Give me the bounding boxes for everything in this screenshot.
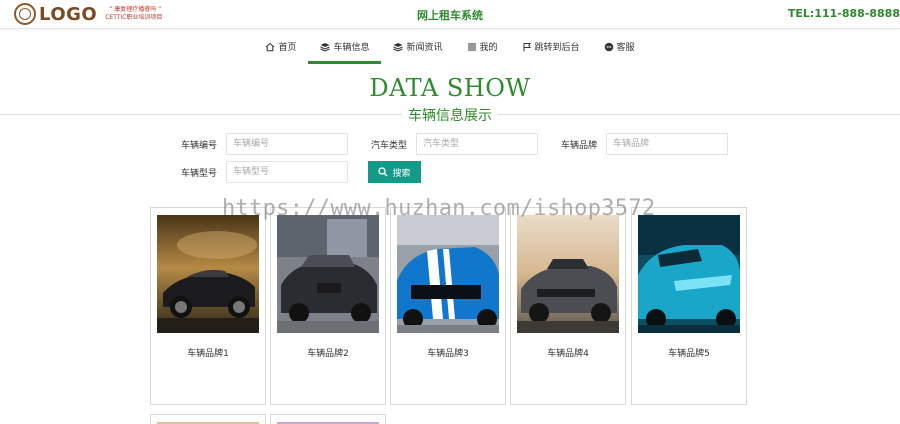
car-type-label: 汽车类型 (370, 140, 407, 151)
search-row-1c: 车辆品牌 (554, 133, 728, 155)
search-icon (378, 167, 388, 177)
site-title: 网上租车系统 (417, 9, 483, 22)
vehicle-image (638, 215, 740, 333)
vehicle-model-label: 车辆型号 (180, 168, 217, 179)
search-row-1b: 汽车类型 (364, 133, 538, 155)
section-subtitle: 车辆信息展示 (402, 105, 498, 125)
home-icon (266, 42, 275, 51)
vehicle-card-label: 车辆品牌4 (547, 349, 589, 359)
vehicle-card-partial[interactable] (150, 414, 266, 424)
vehicle-card-label: 车辆品牌5 (668, 349, 710, 359)
vehicle-card-partial[interactable] (270, 414, 386, 424)
phone-number: TEL:111-888-8888 (787, 7, 900, 20)
chat-icon (604, 42, 613, 51)
vehicle-card[interactable]: 车辆品牌1 (150, 207, 266, 405)
vehicle-number-label: 车辆编号 (180, 140, 217, 151)
vehicle-card[interactable]: 车辆品牌5 (631, 207, 747, 405)
section-title: DATA SHOW (369, 74, 531, 102)
vehicle-card[interactable]: 车辆品牌4 (510, 207, 626, 405)
search-row-1: 车辆编号 (174, 133, 348, 155)
stack-icon (393, 42, 404, 52)
vehicle-image (277, 215, 379, 333)
top-header: LOGO “ 康复理疗播睿吗 ” CETTIC职业培训项目 网上租车系统 TEL… (0, 0, 900, 29)
vehicle-image (517, 215, 619, 333)
nav-item-mine[interactable]: 我的 (455, 29, 510, 64)
nav-item-home[interactable]: 首页 (253, 29, 308, 64)
search-row-2: 车辆型号 (174, 161, 348, 183)
nav-item-vehicle-info[interactable]: 车辆信息 (308, 29, 382, 64)
vehicle-brand-input[interactable] (606, 133, 728, 155)
nav-item-news[interactable]: 新闻资讯 (381, 29, 454, 64)
vehicle-brand-label: 车辆品牌 (560, 140, 597, 151)
car-type-input[interactable] (416, 133, 538, 155)
vehicle-image (157, 215, 259, 333)
vehicle-model-input[interactable] (226, 161, 348, 183)
flag-icon (523, 42, 531, 51)
stack-icon (320, 42, 331, 52)
vehicle-number-input[interactable] (226, 133, 348, 155)
search-button[interactable]: 搜索 (368, 161, 421, 183)
vehicle-card-label: 车辆品牌3 (427, 349, 469, 359)
list-icon (467, 43, 476, 50)
nav-item-admin[interactable]: 跳转到后台 (510, 29, 592, 64)
main-nav: 首页 车辆信息 新闻资讯 我的 跳转到后台 客服 (0, 29, 900, 64)
vehicle-card-label: 车辆品牌2 (307, 349, 349, 359)
section-subtitle-wrap: 车辆信息展示 (0, 105, 900, 125)
vehicle-card[interactable]: 车辆品牌3 (390, 207, 506, 405)
vehicle-card[interactable]: 车辆品牌2 (270, 207, 386, 405)
vehicle-card-label: 车辆品牌1 (187, 349, 229, 359)
vehicle-image (397, 215, 499, 333)
nav-item-service[interactable]: 客服 (592, 29, 647, 64)
